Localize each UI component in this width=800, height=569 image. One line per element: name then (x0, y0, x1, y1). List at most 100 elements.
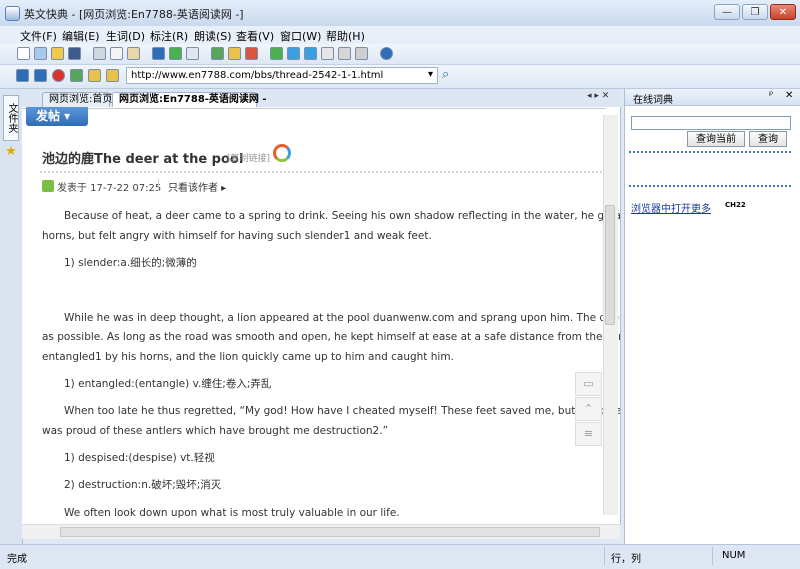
paragraph: entangled1 by his horns, and the lion qu… (42, 351, 454, 363)
back-icon[interactable] (16, 69, 29, 82)
status-bar: 完成 行，列 NUM (0, 544, 800, 569)
divider (604, 547, 605, 565)
mark-icon[interactable] (211, 47, 224, 60)
vertical-scroll-thumb[interactable] (605, 205, 615, 325)
save-icon[interactable] (68, 47, 81, 60)
post-title: 池边的鹿The deer at the pool (42, 152, 244, 167)
folder-tab[interactable]: 文件夹 (3, 95, 19, 141)
forward-icon[interactable] (34, 69, 47, 82)
highlight-icon[interactable] (228, 47, 241, 60)
post-meta: 发表于 17-7-22 07:25 (57, 183, 162, 194)
tab-navigation[interactable]: ◂ ▸ ✕ (587, 91, 609, 101)
more-link[interactable]: 更多 (691, 200, 711, 215)
home-icon[interactable] (88, 69, 101, 82)
menu-file[interactable]: 文件(F) (20, 28, 57, 44)
menu-edit[interactable]: 编辑(E) (62, 28, 100, 44)
star-icon[interactable]: ★ (4, 145, 18, 159)
divider (629, 185, 791, 187)
menu-help[interactable]: 帮助(H) (326, 28, 365, 44)
document-tabs: 网页浏览:首页 网页浏览:En7788-英语阅读网 - ◂ ▸ ✕ (22, 89, 620, 108)
refresh-icon[interactable] (70, 69, 83, 82)
paragraph: We often look down upon what is most tru… (64, 507, 400, 519)
post-button[interactable]: 发帖 ▾ (26, 107, 88, 126)
address-url: http://www.en7788.com/bbs/thread-2542-1-… (131, 70, 384, 81)
address-dropdown-icon[interactable]: ▾ (428, 69, 433, 80)
horizontal-scrollbar[interactable] (22, 524, 620, 539)
window-title: 英文快典 - [网页浏览:En7788-英语阅读网 -] (24, 8, 244, 21)
copy-link[interactable]: [复制链接] (227, 151, 270, 164)
app-icon (5, 6, 20, 21)
open-folder-icon[interactable] (51, 47, 64, 60)
dictionary-title: 在线词典 (633, 95, 673, 106)
new-icon[interactable] (17, 47, 30, 60)
stop-loading-icon[interactable] (52, 69, 65, 82)
play-sentence-icon[interactable] (321, 47, 334, 60)
paragraph: While he was in deep thought, a lion app… (64, 312, 621, 324)
stop-icon[interactable] (355, 47, 368, 60)
close-button[interactable]: ✕ (770, 4, 796, 20)
divider (712, 547, 713, 565)
favorites-icon[interactable] (106, 69, 119, 82)
pause-icon[interactable] (338, 47, 351, 60)
divider (158, 179, 159, 191)
menu-bar: 文件(F) 编辑(E) 生词(D) 标注(R) 朗读(S) 查看(V) 窗口(W… (0, 26, 800, 44)
read-selection-icon[interactable] (287, 47, 300, 60)
dictionary-close-icon[interactable]: ✕ (785, 90, 793, 101)
paragraph: 1) despised:(despise) vt.轻视 (64, 452, 215, 464)
menu-annotate[interactable]: 标注(R) (150, 28, 188, 44)
horizontal-scroll-thumb[interactable] (60, 527, 600, 537)
comment-icon[interactable]: ▭ (575, 372, 602, 396)
add-word-icon[interactable] (169, 47, 182, 60)
address-input[interactable]: http://www.en7788.com/bbs/thread-2542-1-… (126, 67, 438, 84)
address-toolbar: http://www.en7788.com/bbs/thread-2542-1-… (0, 65, 800, 89)
dictionary-search-input[interactable] (631, 116, 791, 130)
num-lock-indicator: NUM (722, 550, 746, 561)
cursor-position: 行，列 (611, 554, 641, 565)
to-top-icon[interactable]: ⌃ (575, 397, 602, 421)
author-icon (42, 180, 54, 192)
paragraph: horns, but felt angry with himself for h… (42, 230, 432, 242)
paragraph: 1) slender:a.细长的;微薄的 (64, 257, 197, 269)
notes-icon[interactable] (186, 47, 199, 60)
word-list-icon[interactable] (152, 47, 165, 60)
clear-mark-icon[interactable] (245, 47, 258, 60)
side-strip: 文件夹 ★ (0, 89, 23, 544)
read-line-icon[interactable] (304, 47, 317, 60)
play-icon[interactable] (270, 47, 283, 60)
query-button[interactable]: 查询 (749, 131, 787, 147)
title-bar: 英文快典 - [网页浏览:En7788-英语阅读网 -] — ❐ ✕ (0, 0, 800, 27)
tab-en7788[interactable]: 网页浏览:En7788-英语阅读网 - (112, 92, 267, 107)
paragraph: 2) destruction:n.破坏;毁坏;消灭 (64, 479, 222, 491)
web-content: 发帖 ▾ 池边的鹿The deer at the pool [复制链接] 发表于… (22, 107, 621, 524)
dictionary-header: 在线词典 ᵖ ✕ (625, 89, 800, 106)
query-current-button[interactable]: 查询当前 (687, 131, 745, 147)
copy-icon[interactable] (110, 47, 123, 60)
open-in-browser-link[interactable]: 浏览器中打开 (631, 200, 691, 215)
minimize-button[interactable]: — (714, 4, 740, 20)
divider (22, 108, 606, 109)
only-author-link[interactable]: 只看该作者 ▸ (168, 179, 226, 194)
menu-window[interactable]: 窗口(W) (280, 28, 321, 44)
tab-home[interactable]: 网页浏览:首页 (42, 92, 112, 107)
pin-icon[interactable]: ᵖ (769, 90, 773, 101)
status-text: 完成 (7, 554, 27, 565)
divider (629, 151, 791, 153)
cut-icon[interactable] (93, 47, 106, 60)
paragraph: When too late he thus regretted, “My god… (64, 405, 621, 417)
dictionary-source-badge: CH22 (725, 201, 746, 209)
help-icon[interactable] (380, 47, 393, 60)
main-toolbar (0, 44, 800, 65)
loading-icon (273, 144, 291, 162)
menu-view[interactable]: 查看(V) (236, 28, 274, 44)
divider (40, 171, 606, 173)
paragraph: Because of heat, a deer came to a spring… (64, 210, 621, 222)
open-web-icon[interactable] (34, 47, 47, 60)
paragraph: as possible. As long as the road was smo… (42, 331, 621, 343)
search-icon[interactable]: ⌕ (442, 67, 449, 82)
menu-read[interactable]: 朗读(S) (194, 28, 232, 44)
paragraph: was proud of these antlers which have br… (42, 425, 389, 437)
list-icon[interactable]: ≡ (575, 422, 602, 446)
menu-words[interactable]: 生词(D) (106, 28, 145, 44)
paste-icon[interactable] (127, 47, 140, 60)
restore-button[interactable]: ❐ (742, 4, 768, 20)
